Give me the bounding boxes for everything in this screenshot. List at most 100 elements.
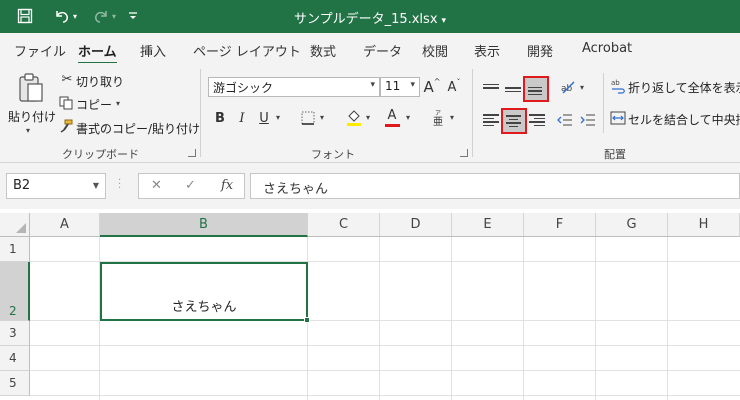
row-header-5[interactable]: 5 xyxy=(0,371,30,396)
tab-home[interactable]: ホーム xyxy=(78,41,117,65)
middle-align-button[interactable] xyxy=(502,77,524,99)
gridline xyxy=(523,237,524,400)
column-header-f[interactable]: F xyxy=(524,213,596,237)
top-align-button[interactable] xyxy=(480,77,502,99)
formula-buttons: ✕ ✓ fx xyxy=(138,173,245,199)
align-left-button[interactable] xyxy=(480,109,502,131)
merge-center-icon xyxy=(610,109,626,127)
copy-button[interactable]: コピー xyxy=(76,96,112,113)
select-all-button[interactable] xyxy=(0,213,30,237)
clipboard-group-label: クリップボード xyxy=(62,148,139,161)
cancel-icon[interactable]: ✕ xyxy=(151,178,162,193)
font-size-select[interactable]: 11 ▾ xyxy=(380,77,420,97)
font-launcher-icon[interactable] xyxy=(460,149,468,157)
ribbon: 貼り付け ▾ ✂ 切り取り コピー ▾ 書式のコピー/貼り付け クリップボード … xyxy=(0,63,740,163)
shrink-font-button[interactable]: Aˇ xyxy=(444,77,464,97)
column-header-h[interactable]: H xyxy=(668,213,740,237)
tab-formulas[interactable]: 数式 xyxy=(310,41,336,60)
font-group-label: フォント xyxy=(311,148,355,161)
underline-dropdown-icon[interactable]: ▾ xyxy=(276,113,280,122)
format-painter-icon xyxy=(58,119,74,133)
tab-file[interactable]: ファイル xyxy=(14,41,66,60)
align-center-button[interactable] xyxy=(501,108,527,134)
orientation-icon[interactable]: ab xyxy=(558,77,578,97)
gridline xyxy=(30,370,740,371)
format-painter-button[interactable]: 書式のコピー/貼り付け xyxy=(76,120,200,137)
wrap-text-button[interactable]: 折り返して全体を表示す xyxy=(628,79,740,96)
row-header-2[interactable]: 2 xyxy=(0,262,30,321)
copy-icon xyxy=(58,96,74,110)
borders-dropdown-icon[interactable]: ▾ xyxy=(320,113,324,122)
svg-text:ab: ab xyxy=(611,79,620,87)
phonetic-label: 亜 xyxy=(433,117,443,128)
column-header-b[interactable]: B xyxy=(100,213,308,237)
cut-button[interactable]: 切り取り xyxy=(76,73,124,90)
title-caret: ▾ xyxy=(441,16,447,26)
tab-acrobat[interactable]: Acrobat xyxy=(582,41,632,56)
paste-icon[interactable] xyxy=(16,71,46,105)
cut-icon: ✂ xyxy=(61,71,73,87)
increase-indent-icon[interactable] xyxy=(578,109,598,131)
tab-insert[interactable]: 挿入 xyxy=(140,41,166,60)
phonetic-button[interactable]: ア亜 xyxy=(428,108,448,128)
orientation-dropdown-icon[interactable]: ▾ xyxy=(580,83,584,92)
font-name-value: 游ゴシック xyxy=(213,81,274,95)
font-name-dropdown-icon: ▾ xyxy=(370,80,375,90)
grow-font-label: A xyxy=(423,78,434,96)
row-header-3[interactable]: 3 xyxy=(0,321,30,346)
tab-data[interactable]: データ xyxy=(363,41,402,60)
group-separator xyxy=(472,69,473,157)
decrease-indent-icon[interactable] xyxy=(555,109,575,131)
formula-input[interactable]: さえちゃん xyxy=(250,173,740,199)
bottom-align-button[interactable] xyxy=(523,76,549,102)
enter-icon[interactable]: ✓ xyxy=(185,178,196,193)
italic-button[interactable]: I xyxy=(232,108,252,128)
align-right-button[interactable] xyxy=(526,109,548,131)
cell-b2-value: さえちゃん xyxy=(171,300,237,315)
ribbon-tabs: ファイル ホーム 挿入 ページ レイアウト 数式 データ 校閲 表示 開発 Ac… xyxy=(0,33,740,65)
font-color-dropdown-icon[interactable]: ▾ xyxy=(406,113,410,122)
merge-center-button[interactable]: セルを結合して中央揃え xyxy=(628,111,740,128)
clipboard-launcher-icon[interactable] xyxy=(188,149,196,157)
gridline xyxy=(379,237,380,400)
column-header-g[interactable]: G xyxy=(596,213,668,237)
column-header-e[interactable]: E xyxy=(452,213,524,237)
group-separator xyxy=(603,73,604,133)
fill-color-dropdown-icon[interactable]: ▾ xyxy=(366,113,370,122)
formula-bar-grip-icon[interactable]: · · · xyxy=(118,176,121,194)
bold-button[interactable]: B xyxy=(210,108,230,128)
gridline xyxy=(451,237,452,400)
title-bar: ▾ ▾ サンプルデータ_15.xlsx ▾ xyxy=(0,0,740,33)
name-box-value: B2 xyxy=(13,178,31,193)
group-separator xyxy=(200,69,201,157)
row-header-1[interactable]: 1 xyxy=(0,237,30,262)
alignment-group-label: 配置 xyxy=(604,148,626,161)
tab-view[interactable]: 表示 xyxy=(474,41,500,60)
column-header-a[interactable]: A xyxy=(30,213,100,237)
font-color-button[interactable]: A xyxy=(382,106,402,130)
tab-review[interactable]: 校閲 xyxy=(422,41,448,60)
fill-handle[interactable] xyxy=(304,317,310,323)
column-header-c[interactable]: C xyxy=(308,213,380,237)
name-box[interactable]: B2 ▼ xyxy=(6,173,106,199)
paste-button[interactable]: 貼り付け xyxy=(8,108,56,125)
font-name-select[interactable]: 游ゴシック ▾ xyxy=(208,77,380,97)
insert-function-icon[interactable]: fx xyxy=(221,178,233,193)
phonetic-dropdown-icon[interactable]: ▾ xyxy=(450,113,454,122)
gridline xyxy=(30,345,740,346)
underline-button[interactable]: U xyxy=(254,108,274,128)
formula-bar: B2 ▼ · · · ✕ ✓ fx さえちゃん xyxy=(0,163,740,209)
paste-dropdown-icon[interactable]: ▾ xyxy=(26,126,30,135)
copy-dropdown-icon[interactable]: ▾ xyxy=(116,99,120,108)
window-title[interactable]: サンプルデータ_15.xlsx ▾ xyxy=(0,8,740,27)
row-header-4[interactable]: 4 xyxy=(0,346,30,371)
column-header-d[interactable]: D xyxy=(380,213,452,237)
borders-icon[interactable] xyxy=(298,108,318,128)
gridline xyxy=(30,395,740,396)
tab-developer[interactable]: 開発 xyxy=(527,41,553,60)
grow-font-button[interactable]: A ^ xyxy=(422,77,442,97)
cell-b2[interactable]: さえちゃん xyxy=(100,262,308,321)
tab-page-layout[interactable]: ページ レイアウト xyxy=(193,41,301,60)
fill-color-icon[interactable] xyxy=(344,107,364,129)
font-size-value: 11 xyxy=(385,79,401,93)
